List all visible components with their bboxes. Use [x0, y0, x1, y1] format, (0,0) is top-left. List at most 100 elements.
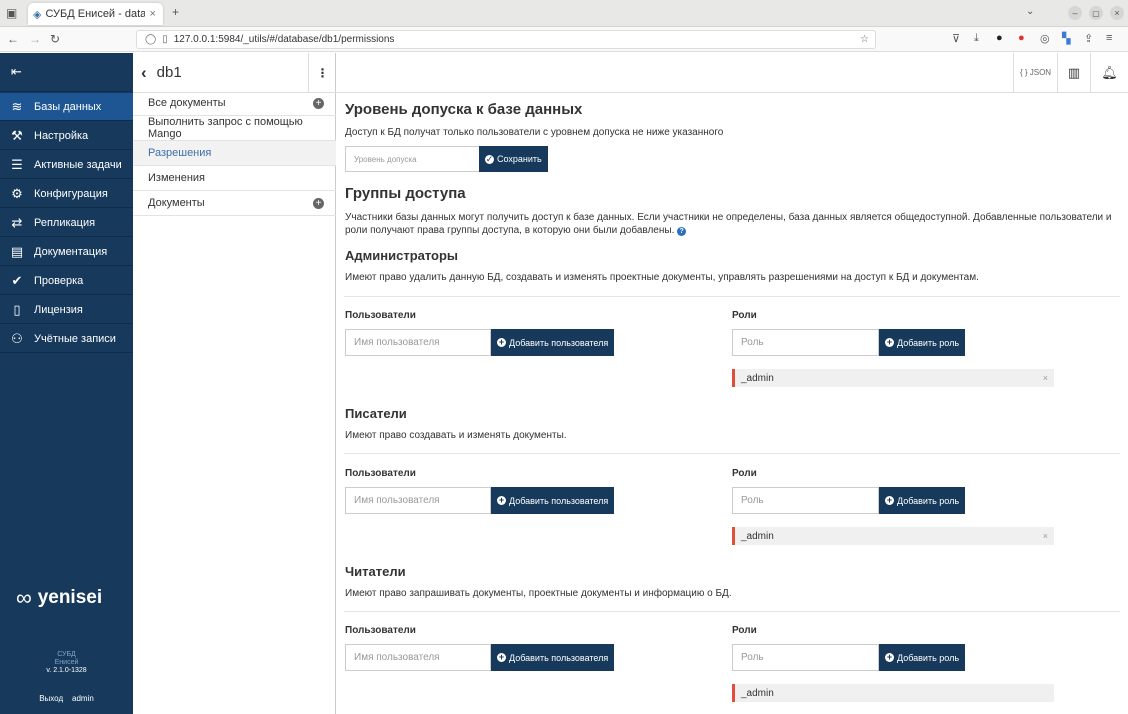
writers-role-input[interactable]: Роль — [732, 487, 879, 514]
nav-design-docs[interactable]: Документы + — [133, 191, 336, 216]
sidebar-item-active-tasks[interactable]: ☰ Активные задачи — [0, 151, 133, 179]
db-name: db1 — [156, 64, 182, 81]
db-menu-icon[interactable]: ⋮ — [308, 53, 336, 92]
docs-book-icon[interactable]: ▥ — [1057, 53, 1090, 92]
admins-add-role-button[interactable]: + Добавить роль — [879, 329, 966, 356]
browser-navbar: ← → ↻ ◯ ▯ 127.0.0.1:5984/_utils/#/databa… — [0, 27, 1128, 52]
divider — [344, 611, 1120, 612]
browser-tabbar: ▣ ◈ СУБД Енисей - database × + ⌄ – ▢ × — [0, 0, 1128, 27]
back-icon[interactable]: ← — [7, 32, 19, 46]
tasks-icon: ☰ — [11, 156, 23, 172]
readers-add-user-button[interactable]: + Добавить пользователя — [491, 644, 615, 671]
forward-icon[interactable]: → — [29, 32, 41, 46]
remove-role-icon[interactable]: × — [1043, 373, 1048, 383]
version-info: СУБД Енисей v. 2.1.0-1328 — [46, 651, 87, 674]
tab-title: СУБД Енисей - database — [45, 8, 146, 20]
nav-permissions[interactable]: Разрешения — [133, 141, 336, 166]
extension-translate-icon[interactable]: ▚ — [1062, 32, 1070, 45]
sidebar-item-docs[interactable]: ▤ Документация — [0, 238, 133, 266]
admins-add-user-button[interactable]: + Добавить пользователя — [491, 329, 615, 356]
writers-add-role-button[interactable]: + Добавить роль — [879, 487, 966, 514]
chevron-down-icon[interactable]: ⌄ — [1026, 6, 1034, 17]
favicon-icon: ◈ — [33, 8, 42, 21]
sidebar-item-label: Активные задачи — [34, 158, 122, 171]
logo-mark-icon: ∞ — [16, 585, 32, 610]
add-design-doc-icon[interactable]: + — [313, 197, 324, 209]
pocket-icon[interactable]: ⊽ — [952, 32, 960, 45]
plus-circle-icon: + — [497, 652, 506, 662]
save-level-button[interactable]: ✓ Сохранить — [479, 146, 548, 172]
readers-user-input[interactable]: Имя пользователя — [345, 644, 491, 671]
maximize-icon[interactable]: ▢ — [1089, 6, 1103, 20]
file-icon: ▯ — [13, 301, 21, 317]
current-user-link[interactable]: admin — [72, 694, 94, 703]
share-icon[interactable]: ⇪ — [1084, 32, 1093, 45]
sidebar-item-config[interactable]: ⚙ Конфигурация — [0, 180, 133, 208]
readers-title: Читатели — [345, 564, 406, 579]
security-level-input[interactable]: Уровень допуска — [345, 146, 480, 172]
readers-role-tag: _admin — [732, 684, 1054, 702]
sidebar-item-replication[interactable]: ⇄ Репликация — [0, 209, 133, 237]
admins-title: Администраторы — [345, 248, 459, 263]
sidebar-item-accounts[interactable]: ⚇ Учётные записи — [0, 325, 133, 353]
download-icon[interactable]: ⤓ — [974, 32, 979, 45]
back-chevron-icon[interactable]: ‹ — [141, 63, 147, 83]
replication-icon: ⇄ — [11, 214, 23, 230]
readers-roles-label: Роли — [732, 625, 757, 636]
extension-shield-icon[interactable]: ● — [1018, 32, 1025, 44]
close-tab-icon[interactable]: × — [149, 8, 155, 20]
nav-all-docs[interactable]: Все документы + — [133, 91, 336, 116]
menu-icon[interactable]: ≡ — [1106, 32, 1112, 44]
add-doc-icon[interactable]: + — [313, 97, 324, 109]
remove-role-icon[interactable]: × — [1043, 531, 1048, 541]
readers-role-input[interactable]: Роль — [732, 644, 879, 671]
writers-user-input[interactable]: Имя пользователя — [345, 487, 491, 514]
readers-desc: Имеют право запрашивать документы, проек… — [345, 588, 732, 599]
sidebar-item-license[interactable]: ▯ Лицензия — [0, 296, 133, 324]
reload-icon[interactable]: ↻ — [50, 32, 60, 46]
readers-add-role-button[interactable]: + Добавить роль — [879, 644, 966, 671]
writers-add-user-button[interactable]: + Добавить пользователя — [491, 487, 615, 514]
database-nav: ‹ db1 ⋮ Все документы + Выполнить запрос … — [133, 53, 336, 714]
nav-mango-query[interactable]: Выполнить запрос с помощью Mango — [133, 116, 336, 141]
window-close-icon[interactable]: × — [1110, 6, 1124, 20]
collapse-sidebar-button[interactable]: ⇤ — [0, 53, 133, 92]
sidebar-item-label: Документация — [34, 245, 108, 258]
new-tab-icon[interactable]: + — [172, 5, 179, 19]
nav-changes[interactable]: Изменения — [133, 166, 336, 191]
divider — [344, 453, 1120, 454]
plus-circle-icon: + — [885, 495, 894, 505]
admins-user-input[interactable]: Имя пользователя — [345, 329, 491, 356]
admins-users-label: Пользователи — [345, 310, 416, 321]
app-sidebar: ⇤ ≋ Базы данных ⚒ Настройка ☰ Активные зада… — [0, 53, 133, 714]
bookmark-star-icon[interactable]: ☆ — [860, 34, 869, 45]
sidebar-item-setup[interactable]: ⚒ Настройка — [0, 122, 133, 150]
extension-circle-icon[interactable]: ◎ — [1040, 32, 1050, 45]
admins-role-tag: _admin × — [732, 369, 1054, 387]
url-bar[interactable]: ◯ ▯ 127.0.0.1:5984/_utils/#/database/db1… — [136, 30, 876, 49]
json-button[interactable]: { } JSON — [1013, 53, 1057, 92]
sidebar-item-databases[interactable]: ≋ Базы данных — [0, 93, 133, 121]
sidebar-item-verify[interactable]: ✔ Проверка — [0, 267, 133, 295]
access-groups-desc: Участники базы данных могут получить дос… — [345, 212, 1112, 236]
sidebar-item-label: Конфигурация — [34, 187, 108, 200]
admins-role-input[interactable]: Роль — [732, 329, 879, 356]
sidebar-item-label: Проверка — [34, 274, 84, 287]
help-icon[interactable]: ? — [677, 227, 687, 236]
plus-circle-icon: + — [885, 652, 894, 662]
gear-icon: ⚙ — [11, 185, 23, 201]
writers-users-label: Пользователи — [345, 468, 416, 479]
bell-icon[interactable]: 🔔︎ — [1090, 53, 1128, 92]
logout-link[interactable]: Выход — [39, 694, 63, 703]
browser-tab[interactable]: ◈ СУБД Енисей - database × — [28, 3, 163, 25]
extension-v-icon[interactable]: ● — [996, 32, 1003, 44]
shield-icon: ◯ — [145, 34, 157, 45]
check-circle-icon: ✓ — [485, 153, 494, 164]
minimize-icon[interactable]: – — [1068, 6, 1082, 20]
exit-icon: ⇤ — [11, 64, 22, 79]
tab-list-icon[interactable]: ▣ — [6, 6, 17, 20]
users-icon: ⚇ — [11, 330, 23, 346]
writers-role-tag: _admin × — [732, 527, 1054, 545]
book-icon: ▤ — [10, 243, 24, 259]
access-groups-title: Группы доступа — [345, 185, 466, 202]
